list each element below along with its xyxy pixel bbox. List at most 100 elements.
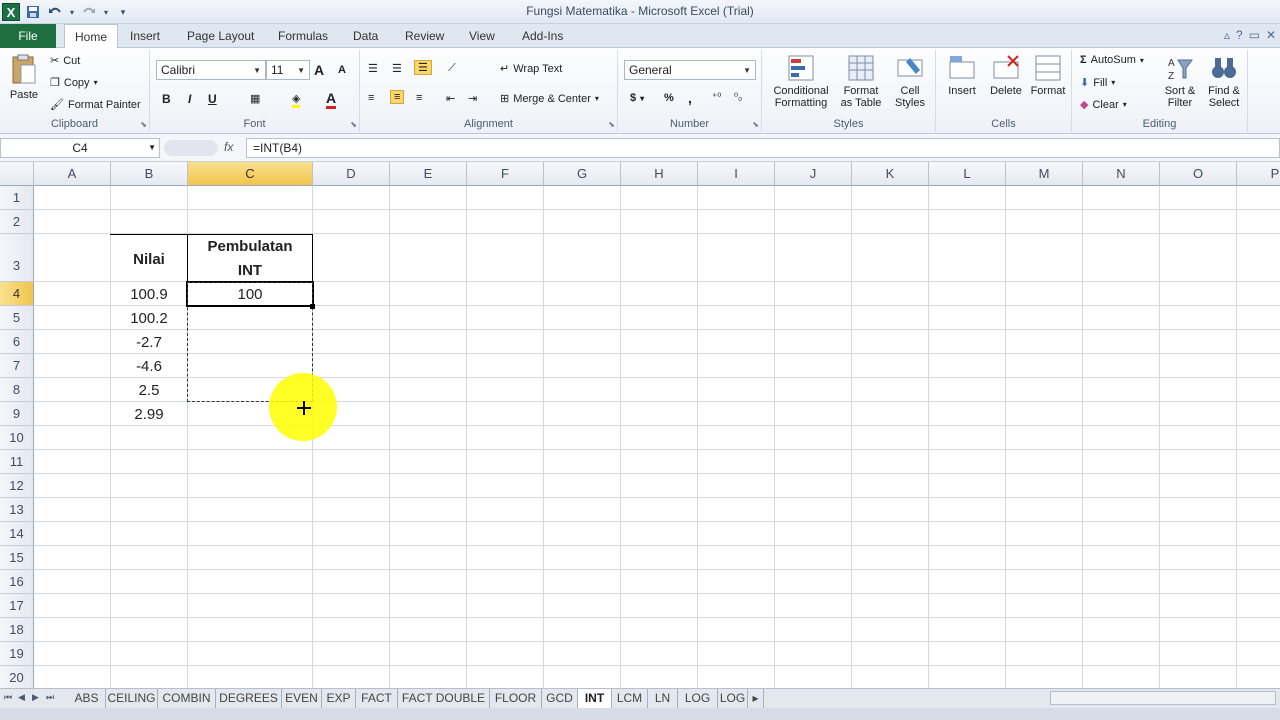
increase-decimal-icon[interactable]: ⁺⁰ [712, 92, 721, 103]
cell-b9[interactable]: 2.99 [111, 406, 187, 423]
sheet-tab-int[interactable]: INT [578, 689, 612, 708]
row-header-2[interactable]: 2 [0, 210, 34, 234]
tab-file[interactable]: File [0, 24, 56, 48]
row-header-20[interactable]: 20 [0, 666, 34, 688]
sheet-tab-combin[interactable]: COMBIN [158, 689, 216, 708]
column-header-j[interactable]: J [775, 162, 852, 186]
column-header-h[interactable]: H [621, 162, 698, 186]
find-select-button[interactable]: Find & Select [1202, 54, 1246, 109]
column-header-i[interactable]: I [698, 162, 775, 186]
sheet-tab-ceiling[interactable]: CEILING [106, 689, 158, 708]
font-name-combo[interactable]: Calibri ▼ [156, 60, 266, 80]
row-header-16[interactable]: 16 [0, 570, 34, 594]
align-center-icon[interactable]: ≡ [390, 90, 405, 104]
dialog-launcher-icon[interactable]: ⬊ [350, 120, 357, 129]
column-header-e[interactable]: E [390, 162, 467, 186]
decrease-decimal-icon[interactable]: ⁰₀ [734, 92, 742, 103]
align-right-icon[interactable]: ≡ [416, 92, 422, 104]
column-header-o[interactable]: O [1160, 162, 1237, 186]
next-sheet-icon[interactable]: ▶ [32, 692, 39, 703]
row-header-5[interactable]: 5 [0, 306, 34, 330]
autosum-button[interactable]: Σ AutoSum ▾ [1080, 54, 1144, 66]
sheet-tab-log[interactable]: LOG [678, 689, 718, 708]
conditional-formatting-button[interactable]: Conditional Formatting [768, 54, 834, 109]
tab-add-ins[interactable]: Add-Ins [512, 24, 573, 48]
fill-handle[interactable] [310, 304, 315, 309]
row-header-4[interactable]: 4 [0, 282, 34, 306]
column-header-n[interactable]: N [1083, 162, 1160, 186]
column-header-g[interactable]: G [544, 162, 621, 186]
prev-sheet-icon[interactable]: ◀ [18, 692, 25, 703]
row-header-12[interactable]: 12 [0, 474, 34, 498]
column-header-d[interactable]: D [313, 162, 390, 186]
align-bottom-icon[interactable]: ☰ [414, 60, 432, 75]
format-cells-button[interactable]: Format [1026, 54, 1070, 97]
borders-button[interactable]: ▦ [250, 92, 260, 105]
sheet-tab-log[interactable]: LOG [718, 689, 748, 708]
orientation-icon[interactable]: ⟋ [448, 62, 456, 75]
sort-filter-button[interactable]: AZ Sort & Filter [1160, 54, 1200, 109]
increase-indent-icon[interactable]: ⇥ [468, 92, 477, 105]
cell-b6[interactable]: -2.7 [111, 334, 187, 351]
cell-styles-button[interactable]: Cell Styles [888, 54, 932, 109]
clear-button[interactable]: ◆ Clear ▾ [1080, 98, 1127, 112]
italic-button[interactable]: I [188, 92, 191, 106]
row-header-1[interactable]: 1 [0, 186, 34, 210]
comma-button[interactable]: , [688, 90, 692, 106]
grow-font-button[interactable]: A [314, 62, 324, 78]
column-header-p[interactable]: P [1237, 162, 1280, 186]
last-sheet-icon[interactable]: ⏭ [46, 692, 54, 703]
column-header-k[interactable]: K [852, 162, 929, 186]
cell-c3-line1[interactable]: Pembulatan [188, 238, 312, 255]
align-left-icon[interactable]: ≡ [368, 92, 374, 104]
row-header-7[interactable]: 7 [0, 354, 34, 378]
sheet-tab-fact[interactable]: FACT [356, 689, 398, 708]
insert-function-button[interactable]: fx [224, 140, 233, 154]
sheet-tab-abs[interactable]: ABS [68, 689, 106, 708]
align-top-icon[interactable]: ☰ [368, 62, 378, 75]
row-header-8[interactable]: 8 [0, 378, 34, 402]
align-middle-icon[interactable]: ☰ [392, 62, 402, 75]
fill-color-button[interactable]: ◈ [292, 92, 301, 108]
formula-input[interactable]: =INT(B4) [246, 138, 1280, 158]
help-icon[interactable]: ? [1236, 28, 1243, 42]
paste-button[interactable]: Paste [6, 54, 42, 101]
tab-review[interactable]: Review [395, 24, 454, 48]
row-header-14[interactable]: 14 [0, 522, 34, 546]
format-as-table-button[interactable]: Format as Table [836, 54, 886, 109]
row-header-6[interactable]: 6 [0, 330, 34, 354]
cell-b8[interactable]: 2.5 [111, 382, 187, 399]
dialog-launcher-icon[interactable]: ⬊ [608, 120, 615, 129]
first-sheet-icon[interactable]: ⏮ [4, 692, 12, 703]
currency-button[interactable]: $ ▾ [630, 92, 644, 104]
cell-b3[interactable]: Nilai [111, 251, 187, 268]
worksheet-grid[interactable]: ABCDEFGHIJKLMNOP 1 2 3 4 5 6 7 8 9 10 11 12 13 14 15 16… [0, 162, 1280, 688]
tab-page-layout[interactable]: Page Layout [177, 24, 264, 48]
sheet-tab-fact-double[interactable]: FACT DOUBLE [398, 689, 490, 708]
minimize-ribbon-icon[interactable]: ▵ [1224, 28, 1230, 42]
copy-button[interactable]: ❐ Copy ▾ [50, 76, 98, 90]
name-box[interactable]: C4 ▼ [0, 138, 160, 158]
insert-cells-button[interactable]: Insert [940, 54, 984, 97]
fill-button[interactable]: ⬇ Fill ▾ [1080, 76, 1115, 90]
cell-b5[interactable]: 100.2 [111, 310, 187, 327]
column-header-a[interactable]: A [34, 162, 111, 186]
tab-view[interactable]: View [459, 24, 505, 48]
column-header-c[interactable]: C [188, 162, 313, 186]
sheet-tab-exp[interactable]: EXP [322, 689, 356, 708]
dialog-launcher-icon[interactable]: ⬊ [752, 120, 759, 129]
sheet-tab-degrees[interactable]: DEGREES [216, 689, 282, 708]
row-header-15[interactable]: 15 [0, 546, 34, 570]
delete-cells-button[interactable]: Delete [984, 54, 1028, 97]
restore-icon[interactable]: ▭ [1249, 28, 1260, 42]
tab-home[interactable]: Home [64, 24, 119, 49]
row-header-3[interactable]: 3 [0, 234, 34, 282]
column-header-b[interactable]: B [111, 162, 188, 186]
sheet-tab-even[interactable]: EVEN [282, 689, 322, 708]
row-header-18[interactable]: 18 [0, 618, 34, 642]
shrink-font-button[interactable]: A [338, 64, 346, 76]
row-header-11[interactable]: 11 [0, 450, 34, 474]
number-format-combo[interactable]: General ▼ [624, 60, 756, 80]
row-header-19[interactable]: 19 [0, 642, 34, 666]
insert-sheet-icon[interactable]: ▸ [748, 689, 764, 708]
